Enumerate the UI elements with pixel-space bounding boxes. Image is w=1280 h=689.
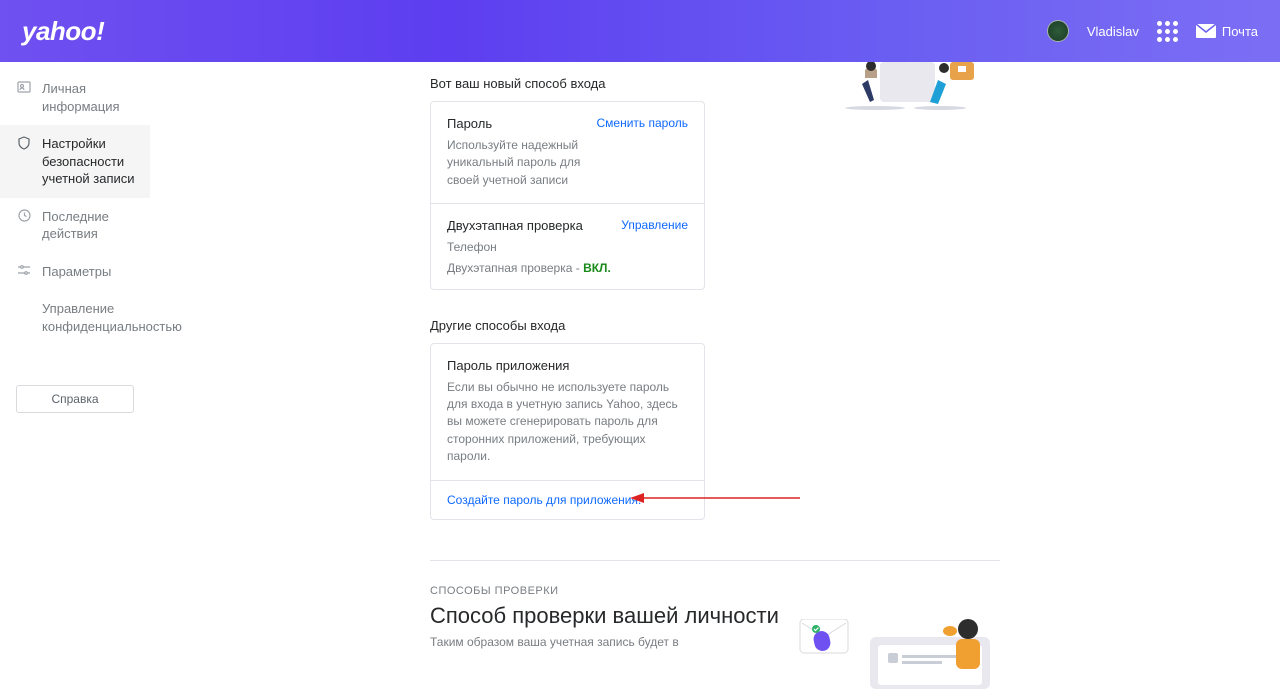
create-app-password-link[interactable]: Создайте пароль для приложения. [431,480,704,519]
help-label: Справка [51,392,98,406]
sidebar-item-label: Последние действия [42,208,142,243]
yahoo-logo[interactable]: yahoo! [22,16,104,47]
password-desc: Используйте надежный уникальный пароль д… [447,137,596,189]
sidebar-item-recent[interactable]: Последние действия [0,198,150,253]
verification-heading: Способ проверки вашей личности [430,603,1000,629]
card-block-two-step: Двухэтапная проверка Телефон Двухэтапная… [431,203,704,288]
sidebar-item-personal[interactable]: Личная информация [0,70,150,125]
sidebar-item-label: Настройки безопасности учетной записи [42,135,142,188]
mail-icon [1196,24,1216,38]
username-label[interactable]: Vladislav [1087,24,1139,39]
id-card-icon [16,81,32,93]
card-block-app-password: Пароль приложения Если вы обычно не испо… [431,344,704,480]
clock-icon [16,209,32,222]
two-step-manage-link[interactable]: Управление [621,218,688,232]
app-password-title: Пароль приложения [447,358,688,373]
verification-small-heading: СПОСОБЫ ПРОВЕРКИ [430,585,1000,597]
divider [430,560,1000,561]
sidebar-item-params[interactable]: Параметры [0,253,150,291]
mail-label: Почта [1222,24,1258,39]
sidebar-item-security[interactable]: Настройки безопасности учетной записи [0,125,150,198]
help-button[interactable]: Справка [16,385,134,413]
section-other-signin-title: Другие способы входа [430,318,1000,333]
two-step-phone: Телефон [447,239,621,256]
avatar[interactable] [1047,20,1069,42]
apps-grid-icon[interactable] [1157,21,1178,42]
mail-link[interactable]: Почта [1196,24,1258,39]
app-password-desc: Если вы обычно не используете пароль для… [447,379,688,466]
sidebar: Личная информация Настройки безопасности… [0,62,150,413]
sidebar-item-label: Личная информация [42,80,142,115]
password-title: Пароль [447,116,596,131]
status-on: ВКЛ. [583,261,611,275]
change-password-link[interactable]: Сменить пароль [596,116,688,130]
verification-sub: Таким образом ваша учетная запись будет … [430,635,1000,649]
card-app-password: Пароль приложения Если вы обычно не испо… [430,343,705,520]
card-sign-in-methods: Пароль Используйте надежный уникальный п… [430,101,705,290]
shield-icon [16,136,32,150]
two-step-title: Двухэтапная проверка [447,218,621,233]
top-header: yahoo! Vladislav Почта [0,0,1280,62]
card-block-password: Пароль Используйте надежный уникальный п… [431,102,704,203]
main-content: Вот ваш новый способ входа Пароль Исполь… [150,62,1280,689]
two-step-status: Двухэтапная проверка - ВКЛ. [447,261,621,275]
sliders-icon [16,264,32,276]
sidebar-item-label: Параметры [42,263,111,281]
sidebar-item-privacy[interactable]: Управление конфиденциальностью [0,290,150,345]
section-new-method-title: Вот ваш новый способ входа [430,76,1000,91]
